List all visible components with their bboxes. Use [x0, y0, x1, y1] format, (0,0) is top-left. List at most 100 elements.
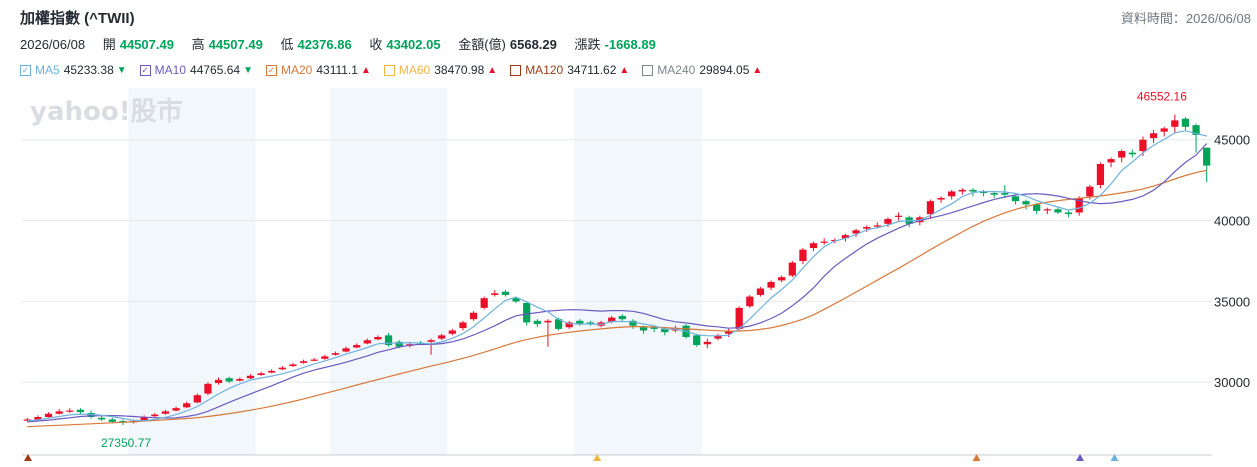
- candle-body: [788, 262, 796, 276]
- candle-body: [1128, 152, 1136, 155]
- candle: [937, 196, 945, 203]
- ma-toggle-ma10[interactable]: ✓ MA10 44765.64 ▼: [139, 63, 253, 77]
- candle: [565, 320, 573, 329]
- candle-body: [1043, 209, 1051, 211]
- candle-body: [257, 373, 265, 375]
- low-label: 低: [280, 37, 294, 52]
- ohlc-date: 2026/06/08: [20, 37, 86, 52]
- triangle-up-icon: ▲: [487, 64, 498, 76]
- triangle-up-icon: ▲: [360, 64, 371, 76]
- candle-body: [1096, 163, 1105, 186]
- ma-name: MA20: [280, 63, 313, 77]
- candle-body: [448, 330, 456, 334]
- candle-body: [108, 419, 116, 422]
- candle-body: [278, 367, 286, 370]
- checkbox-icon[interactable]: [510, 64, 522, 76]
- candle: [990, 191, 998, 198]
- candle-body: [958, 189, 966, 192]
- close-value: 43402.05: [386, 37, 441, 52]
- candle-body: [459, 322, 467, 329]
- candle-body: [756, 288, 765, 295]
- y-tick-label: 45000: [1214, 133, 1250, 148]
- candle-body: [44, 413, 53, 418]
- yahoo-watermark: yahoo!股市: [30, 96, 183, 127]
- candle-body: [236, 379, 244, 381]
- ma-toggle-ma20[interactable]: ✓ MA20 43111.1 ▲: [265, 63, 371, 77]
- ma-toggle-ma60[interactable]: MA60 38470.98 ▲: [383, 63, 498, 77]
- page-title: 加權指數 (^TWII): [20, 10, 135, 27]
- candle: [1043, 207, 1051, 215]
- candle-body: [1181, 118, 1190, 127]
- open-label: 開: [102, 37, 116, 52]
- candle: [44, 412, 53, 418]
- ma-toggle-ma240[interactable]: MA240 29894.05 ▲: [642, 63, 762, 77]
- ma-value: 38470.98: [434, 63, 485, 77]
- candle-body: [1149, 133, 1158, 139]
- ma-value: 45233.38: [63, 63, 114, 77]
- checkbox-icon[interactable]: [383, 64, 395, 76]
- candle-body: [884, 218, 892, 224]
- candle-body: [225, 378, 233, 382]
- candle-body: [693, 335, 701, 346]
- high-value: 44507.49: [208, 37, 263, 52]
- ma-toggle-ma5[interactable]: ✓ MA5 45233.38 ▼: [20, 63, 127, 77]
- candle-body: [937, 197, 945, 200]
- triangle-up-icon: ▲: [619, 64, 630, 76]
- candle-body: [1033, 204, 1041, 211]
- candle: [491, 290, 499, 297]
- candle: [448, 328, 456, 336]
- candle-body: [1203, 147, 1211, 166]
- checkbox-checked-icon[interactable]: ✓: [20, 64, 31, 76]
- candle: [310, 357, 318, 362]
- candle: [459, 320, 467, 331]
- candle-body: [1064, 212, 1073, 215]
- candle-body: [523, 303, 531, 323]
- amount-value: 6568.29: [509, 37, 557, 52]
- candle: [1192, 123, 1200, 153]
- background-band: [330, 88, 447, 455]
- candle-body: [427, 340, 435, 342]
- candle: [480, 296, 488, 310]
- checkbox-checked-icon[interactable]: ✓: [265, 64, 277, 76]
- candle-body: [926, 201, 935, 215]
- candle-body: [342, 348, 350, 352]
- candle: [1107, 157, 1115, 168]
- candle: [799, 248, 807, 265]
- ma-name: MA10: [154, 63, 187, 77]
- candle-body: [799, 249, 807, 261]
- checkbox-icon[interactable]: [642, 64, 654, 76]
- candle: [257, 371, 265, 376]
- candle-body: [1171, 120, 1179, 127]
- candle: [778, 275, 786, 283]
- max-value-label: 46552.16: [1137, 90, 1187, 104]
- candle: [1064, 210, 1073, 218]
- candle-body: [268, 370, 276, 373]
- candle-body: [161, 411, 170, 414]
- candle-body: [778, 277, 786, 281]
- checkbox-checked-icon[interactable]: ✓: [139, 64, 151, 76]
- candle-body: [363, 340, 371, 344]
- candle: [1118, 149, 1126, 163]
- candle-body: [172, 408, 180, 411]
- title-row: 加權指數 (^TWII) 資料時間：2026/06/08: [20, 6, 1257, 28]
- candle-body: [469, 312, 478, 320]
- candle-body: [639, 327, 648, 331]
- ma-value: 29894.05: [699, 63, 750, 77]
- candle-body: [1011, 196, 1020, 202]
- ma-name: MA60: [398, 63, 431, 77]
- candle-body: [1086, 186, 1094, 197]
- candle-body: [438, 335, 446, 339]
- y-tick-label: 30000: [1214, 375, 1250, 390]
- candle-body: [618, 315, 626, 320]
- candle-body: [1139, 139, 1147, 152]
- ma-name: MA240: [657, 63, 696, 77]
- y-tick-label: 35000: [1214, 294, 1250, 309]
- candle-body: [809, 243, 818, 249]
- ma-toggle-ma120[interactable]: MA120 34711.62 ▲: [510, 63, 629, 77]
- ma-value: 34711.62: [567, 63, 617, 77]
- data-timestamp: 資料時間：2026/06/08: [1120, 11, 1251, 26]
- candle-body: [331, 353, 340, 355]
- y-tick-label: 40000: [1214, 214, 1250, 229]
- candle: [501, 290, 510, 297]
- candle: [979, 189, 988, 197]
